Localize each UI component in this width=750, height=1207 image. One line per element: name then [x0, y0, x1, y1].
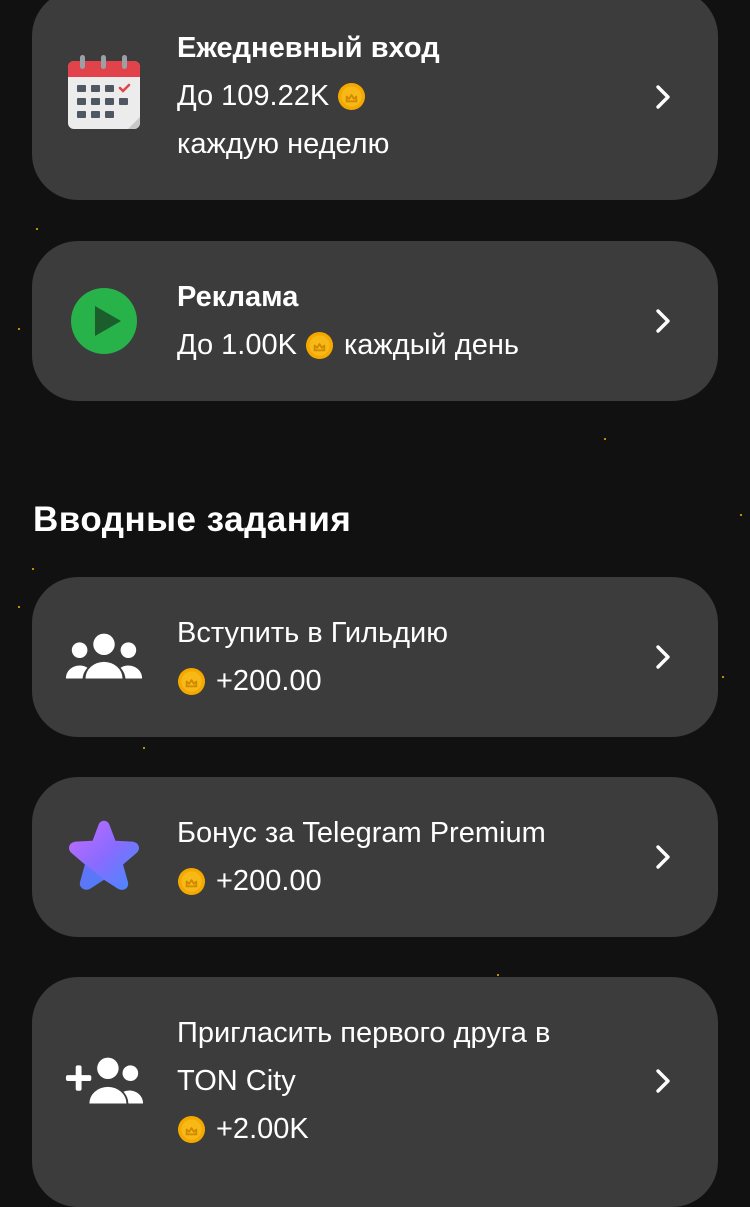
chevron-right-icon [648, 82, 678, 112]
task-telegram-premium-reward-value: +200.00 [216, 865, 322, 897]
daily-login-title: Ежедневный вход [177, 32, 440, 64]
ads-text: Реклама До 1.00K каждый день [177, 273, 628, 369]
daily-login-reward: До 109.22K [177, 72, 628, 120]
sparkle-dot [722, 676, 724, 678]
sparkle-dot [497, 974, 499, 976]
daily-login-text: Ежедневный вход До 109.22K каждую неделю [177, 24, 628, 168]
chevron-right-icon [648, 642, 678, 672]
chevron-right-icon [648, 306, 678, 336]
ads-period: каждый день [343, 329, 519, 361]
coin-icon [338, 82, 366, 110]
coin-icon [177, 1115, 206, 1143]
add-friend-icon [64, 1041, 144, 1121]
sparkle-dot [18, 606, 20, 608]
ads-card[interactable]: Реклама До 1.00K каждый день [32, 241, 718, 401]
task-telegram-premium-card[interactable]: Бонус за Telegram Premium +200.00 [32, 777, 718, 937]
chevron-right-icon [648, 842, 678, 872]
calendar-icon [64, 52, 144, 132]
ads-reward-value: До 1.00K [177, 329, 297, 361]
coin-icon [305, 331, 333, 359]
chevron-right-icon [648, 1066, 678, 1096]
task-invite-friend-title-line2: TON City [177, 1065, 296, 1097]
daily-login-card[interactable]: Ежедневный вход До 109.22K каждую неделю [32, 0, 718, 200]
task-telegram-premium-text: Бонус за Telegram Premium +200.00 [177, 809, 628, 905]
task-join-guild-text: Вступить в Гильдию +200.00 [177, 609, 628, 705]
task-invite-friend-text: Пригласить первого друга в TON City +2.0… [177, 1009, 628, 1153]
sparkle-dot [18, 328, 20, 330]
task-join-guild-title: Вступить в Гильдию [177, 617, 448, 649]
section-title-intro-tasks: Вводные задания [33, 500, 352, 539]
daily-login-period: каждую неделю [177, 128, 390, 160]
coin-icon [177, 867, 206, 895]
task-telegram-premium-reward: +200.00 [177, 857, 628, 905]
play-icon [64, 281, 144, 361]
task-invite-friend-reward: +2.00K [177, 1105, 628, 1153]
ads-reward: До 1.00K каждый день [177, 321, 628, 369]
group-icon [64, 617, 144, 697]
task-invite-friend-reward-value: +2.00K [216, 1113, 309, 1145]
sparkle-dot [36, 228, 38, 230]
star-icon [64, 815, 144, 895]
task-telegram-premium-title: Бонус за Telegram Premium [177, 817, 546, 849]
sparkle-dot [740, 514, 742, 516]
sparkle-dot [32, 568, 34, 570]
task-join-guild-reward: +200.00 [177, 657, 628, 705]
sparkle-dot [143, 747, 145, 749]
sparkle-dot [604, 438, 606, 440]
task-join-guild-card[interactable]: Вступить в Гильдию +200.00 [32, 577, 718, 737]
daily-login-reward-value: До 109.22K [177, 80, 330, 112]
task-invite-friend-title-line1: Пригласить первого друга в [177, 1017, 551, 1049]
ads-title: Реклама [177, 281, 299, 313]
task-invite-friend-card[interactable]: Пригласить первого друга в TON City +2.0… [32, 977, 718, 1207]
task-join-guild-reward-value: +200.00 [216, 665, 322, 697]
coin-icon [177, 667, 206, 695]
